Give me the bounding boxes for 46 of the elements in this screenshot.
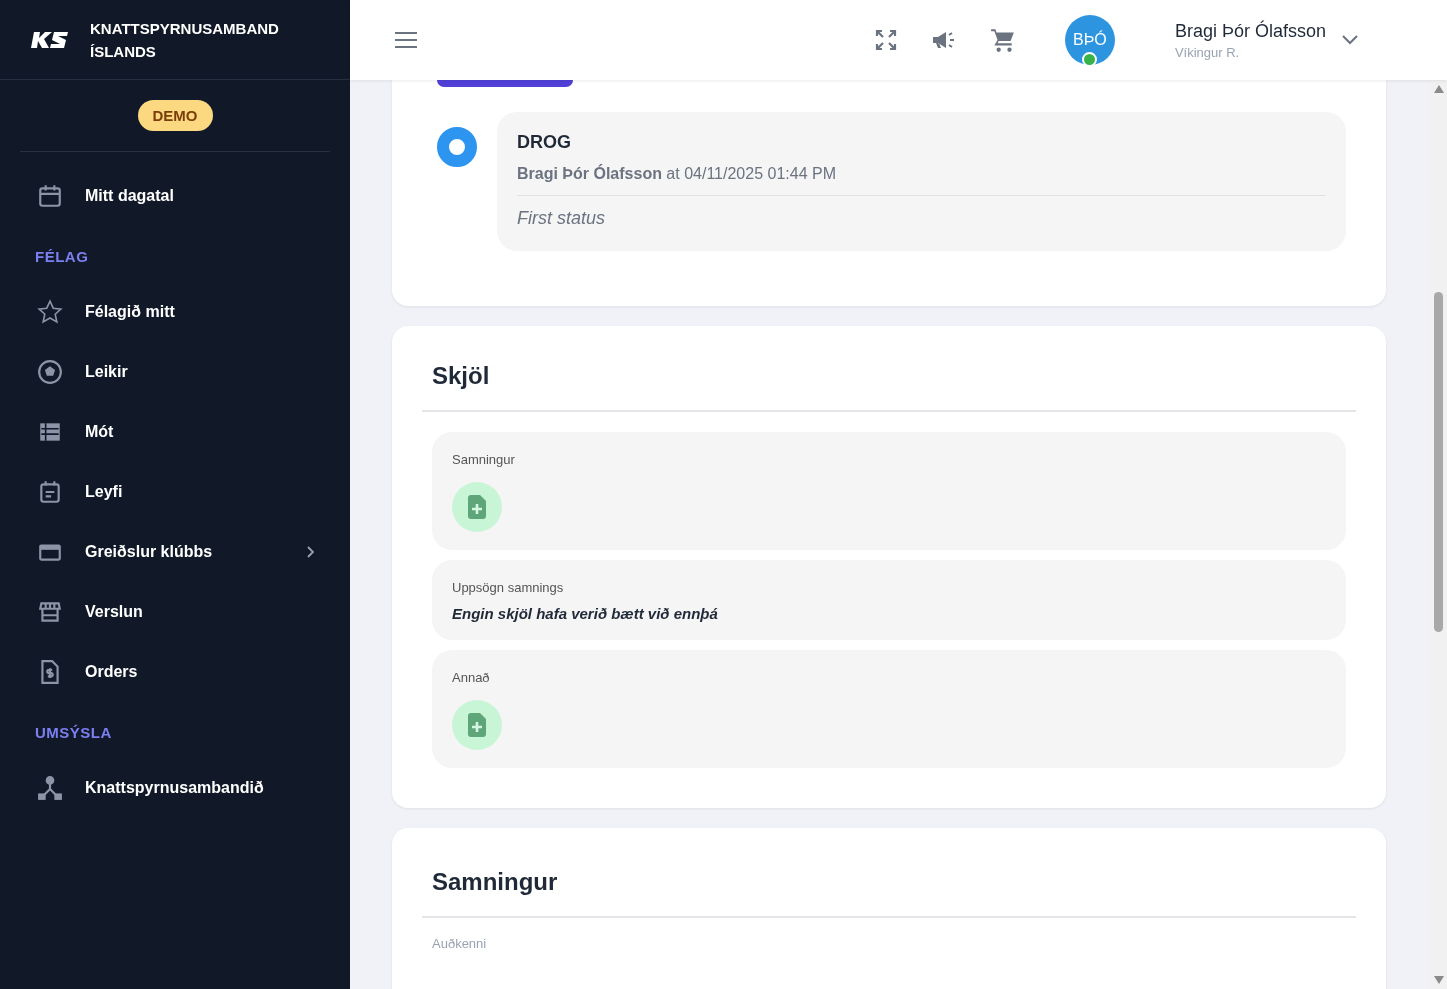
section-heading: UMSÝSLA bbox=[34, 723, 113, 743]
scroll-up-icon bbox=[1433, 85, 1444, 93]
scrollbar-thumb[interactable] bbox=[1434, 292, 1443, 632]
file-plus-icon bbox=[468, 713, 486, 737]
calendar-icon bbox=[37, 183, 63, 209]
status-title: DROG bbox=[517, 132, 572, 153]
logo-icon bbox=[30, 29, 70, 50]
user-club: Víkingur R. bbox=[1174, 44, 1241, 60]
section-heading: FÉLAG bbox=[34, 247, 90, 267]
sidebar-item[interactable]: Orders bbox=[0, 642, 350, 702]
demo-badge: DEMO bbox=[137, 100, 213, 131]
sidebar-item[interactable]: Mót bbox=[0, 402, 350, 462]
expand-arrows-icon bbox=[873, 28, 898, 52]
sidebar-item[interactable]: Félagið mitt bbox=[0, 282, 350, 342]
license-icon bbox=[37, 479, 63, 505]
file-plus-icon bbox=[468, 495, 486, 519]
scrollbar[interactable] bbox=[1430, 80, 1447, 989]
sidebar-item[interactable]: Greiðslur klúbbs bbox=[0, 522, 350, 582]
star-icon bbox=[37, 299, 63, 325]
sidebar-item[interactable]: Verslun bbox=[0, 582, 350, 642]
timeline-dot-icon bbox=[437, 127, 477, 167]
cart-icon bbox=[989, 27, 1016, 53]
scroll-down-icon bbox=[1433, 976, 1444, 984]
ball-icon bbox=[37, 359, 63, 385]
empty-message: Engin skjöl hafa verið bætt við ennþá bbox=[452, 605, 719, 622]
status-note: First status bbox=[517, 208, 606, 229]
menu-icon bbox=[394, 30, 418, 50]
shop-icon bbox=[37, 599, 63, 625]
card-title: Skjöl bbox=[432, 362, 491, 390]
user-name: Bragi Þór Ólafsson bbox=[1174, 20, 1326, 42]
brand-name: KNATTSPYRNUSAMBAND ÍSLANDS bbox=[90, 18, 280, 62]
sidebar-item[interactable]: Leikir bbox=[0, 342, 350, 402]
action-button[interactable] bbox=[437, 80, 573, 87]
group-label: Uppsögn samnings bbox=[452, 580, 565, 595]
field-label: Auðkenni bbox=[432, 936, 488, 951]
chevron-down-icon bbox=[1342, 35, 1358, 45]
group-label: Samningur bbox=[452, 452, 516, 467]
sidebar-item[interactable]: Knattspyrnusambandið bbox=[0, 758, 350, 818]
add-document-button[interactable] bbox=[452, 482, 502, 532]
card-title: Samningur bbox=[432, 868, 559, 896]
sidebar-item[interactable]: Mitt dagatal bbox=[0, 166, 350, 226]
group-label: Annað bbox=[452, 670, 491, 685]
status-byline: Bragi Þór Ólafsson at 04/11/2025 01:44 PM bbox=[517, 165, 837, 183]
network-icon bbox=[37, 775, 63, 801]
add-document-button[interactable] bbox=[452, 700, 502, 750]
sidebar-item[interactable]: Leyfi bbox=[0, 462, 350, 522]
